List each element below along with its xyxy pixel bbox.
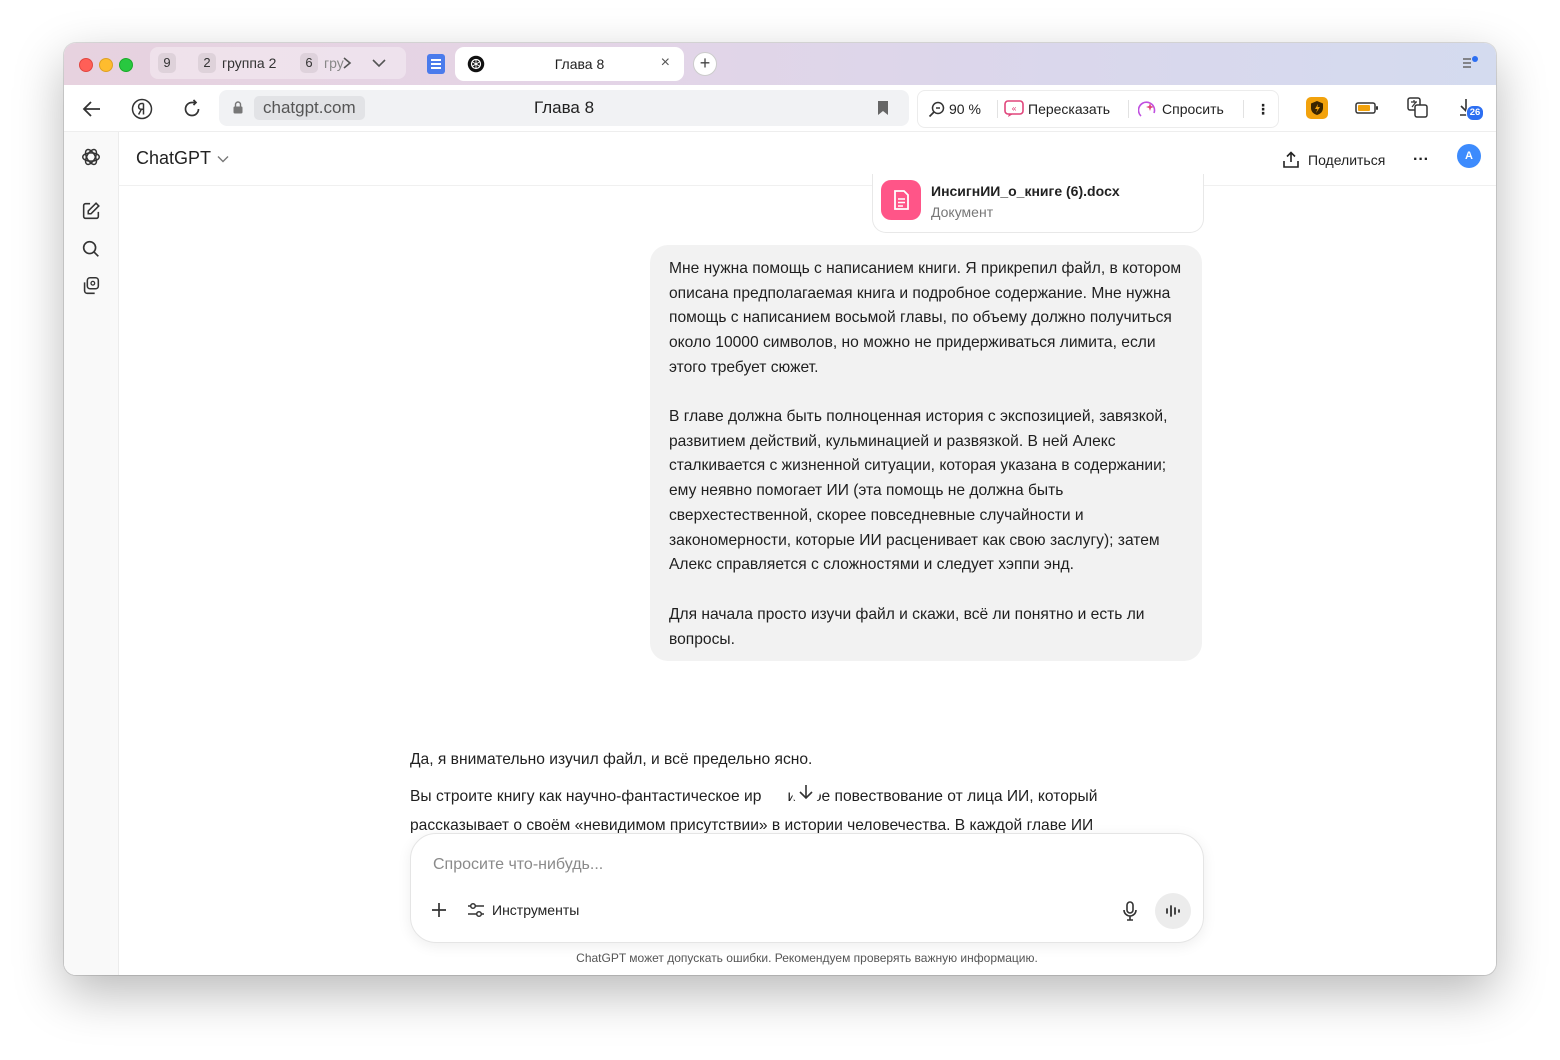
attachment-card[interactable]: ИнсигнИИ_о_книге (6).docx Документ (872, 174, 1204, 233)
new-tab-button[interactable]: + (693, 52, 717, 76)
chevron-down-icon[interactable] (372, 59, 386, 68)
close-tab-icon[interactable]: × (661, 54, 670, 72)
divider (1243, 100, 1244, 118)
arrow-left-icon (82, 101, 100, 117)
shield-extension-icon (1306, 97, 1328, 119)
tab-group-label: группа 2 (222, 55, 277, 71)
tab-groups: 9 2 группа 2 6 гру (150, 47, 406, 79)
sidebar-panel-icon[interactable] (1462, 56, 1478, 70)
quote-bubble-icon: « (1004, 100, 1024, 117)
bookmark-icon[interactable] (877, 100, 889, 116)
header-divider (118, 185, 1496, 186)
zoom-magnifier-icon (928, 101, 945, 118)
share-button[interactable]: Поделиться (1282, 148, 1385, 172)
zoom-level: 90 % (949, 101, 981, 117)
user-message: Мне нужна помощь с написанием книги. Я п… (650, 245, 1202, 661)
microphone-icon (1123, 901, 1137, 921)
search-icon[interactable] (80, 238, 102, 260)
close-window-button[interactable] (79, 58, 93, 72)
reload-button[interactable] (180, 97, 204, 121)
assistant-message-line: Да, я внимательно изучил файл, и всё пре… (410, 751, 813, 768)
tab-group-3[interactable]: 6 гру (300, 53, 365, 73)
yandex-logo-icon (131, 98, 153, 120)
docs-tab-icon[interactable] (427, 54, 445, 74)
ai-toolbar: 90 % « Пересказать Спросить ⋮ (917, 90, 1279, 128)
downloads-badge: 26 (1466, 105, 1484, 121)
assistant-text: ичное повествование от лица ИИ, который (787, 788, 1098, 805)
ask-button[interactable]: Спросить (1138, 91, 1224, 127)
message-composer: Инструменты (410, 833, 1204, 943)
assistant-message-line: Вы строите книгу как научно-фантастическ… (410, 788, 1097, 806)
tab-group-2[interactable]: 2 группа 2 (198, 53, 276, 73)
tab-group-1[interactable]: 9 (158, 53, 182, 73)
share-upload-icon (1283, 151, 1299, 168)
yandex-button[interactable] (130, 97, 154, 121)
model-selector[interactable]: ChatGPT (136, 148, 229, 169)
voice-mode-button[interactable] (1155, 893, 1191, 929)
openai-logo-icon[interactable] (80, 146, 102, 168)
svg-text:«: « (1011, 105, 1017, 115)
user-message-paragraph: Мне нужна помощь с написанием книги. Я п… (669, 260, 1182, 376)
translate-icon (1407, 97, 1428, 118)
divider (997, 100, 998, 118)
user-message-paragraph: В главе должна быть полноценная история … (669, 408, 1168, 574)
translate-button[interactable] (1406, 96, 1430, 120)
openai-logo-icon (467, 55, 485, 73)
browser-window: 9 2 группа 2 6 гру Глава 8 × + chatgpt.c… (64, 43, 1496, 975)
voice-waveform-icon (1166, 905, 1180, 917)
document-file-icon (881, 180, 921, 220)
tools-button[interactable]: Инструменты (467, 900, 579, 920)
ask-label: Спросить (1162, 101, 1224, 117)
attachment-name: ИнсигнИИ_о_книге (6).docx (931, 183, 1120, 199)
more-options-button[interactable]: ··· (1413, 148, 1429, 172)
zoom-control[interactable]: 90 % (928, 91, 981, 127)
tab-group-label: гру (324, 55, 344, 71)
tab-group-count: 2 (198, 53, 216, 73)
ask-sparkle-icon (1138, 101, 1156, 117)
tab-active[interactable]: Глава 8 × (455, 47, 684, 81)
chevron-down-icon (217, 155, 229, 162)
retell-button[interactable]: « Пересказать (1004, 91, 1110, 127)
sliders-icon (468, 902, 484, 918)
back-button[interactable] (80, 97, 104, 121)
tab-title: Глава 8 (554, 56, 605, 72)
message-input[interactable] (431, 852, 1035, 878)
disclaimer: ChatGPT может допускать ошибки. Рекоменд… (576, 951, 1038, 965)
app-title: ChatGPT (136, 148, 212, 168)
ai-more-button[interactable]: ⋮ (1256, 91, 1270, 127)
minimize-window-button[interactable] (99, 58, 113, 72)
address-bar[interactable]: chatgpt.com Глава 8 (219, 90, 909, 126)
tools-label: Инструменты (492, 902, 580, 918)
tab-bar: 9 2 группа 2 6 гру Глава 8 × + (64, 43, 1496, 85)
assistant-message-line: рассказывает о своём «невидимом присутст… (410, 817, 1094, 833)
downloads-button[interactable]: 26 (1456, 96, 1484, 121)
arrow-down-icon (799, 785, 813, 800)
retell-label: Пересказать (1028, 101, 1111, 117)
address-page-title: Глава 8 (533, 98, 595, 117)
reload-icon (184, 99, 200, 117)
plus-icon (432, 903, 446, 917)
new-chat-icon[interactable] (80, 200, 102, 222)
assistant-text: Вы строите книгу как научно-фантастическ… (410, 788, 762, 805)
scroll-down-button[interactable] (792, 778, 820, 806)
add-attachment-button[interactable] (429, 900, 449, 920)
divider (1128, 100, 1129, 118)
library-icon[interactable] (80, 275, 102, 297)
share-label: Поделиться (1308, 152, 1386, 168)
tab-group-count: 9 (158, 53, 176, 73)
battery-button[interactable] (1355, 96, 1379, 120)
extension-shield-button[interactable] (1305, 96, 1329, 120)
tab-group-count: 6 (300, 53, 318, 73)
zoom-window-button[interactable] (119, 58, 133, 72)
attachment-type: Документ (931, 204, 994, 220)
microphone-button[interactable] (1119, 900, 1141, 922)
battery-icon (1355, 102, 1378, 114)
browser-toolbar: chatgpt.com Глава 8 90 % « Пересказать С… (64, 85, 1496, 132)
chatgpt-app: ChatGPT Поделиться ··· A ИнсигнИИ_о_книг… (64, 132, 1496, 975)
chevron-right-icon[interactable] (342, 57, 352, 69)
avatar[interactable]: A (1457, 144, 1481, 168)
left-rail (64, 132, 119, 975)
user-message-paragraph: Для начала просто изучи файл и скажи, вс… (669, 606, 1145, 648)
